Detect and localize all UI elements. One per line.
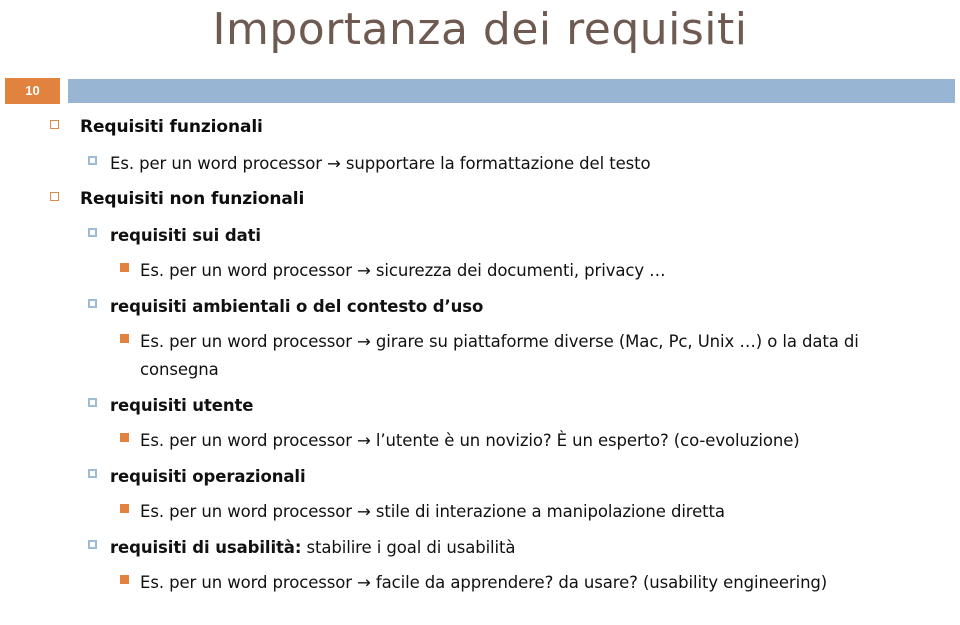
outline-item-text: requisiti utente [110,396,254,415]
outline-item-text: requisiti ambientali o del contesto d’us… [110,297,484,316]
outline-item-text-bold: requisiti di usabilità: [110,538,302,557]
solid-orange-square-bullet [120,263,129,272]
blue-square-bullet [88,469,97,478]
outline-item-text: Es. per un word processor → stile di int… [140,502,725,521]
outline-item-text: Es. per un word processor → l’utente è u… [140,431,800,450]
outline-item-text: requisiti operazionali [110,467,306,486]
outline-item-level3: Es. per un word processor → sicurezza de… [0,254,960,289]
blue-square-bullet [88,228,97,237]
outline-item-level3: Es. per un word processor → girare su pi… [0,325,960,388]
outline-item-level3: Es. per un word processor → l’utente è u… [0,424,960,459]
blue-square-bullet [88,540,97,549]
outline-item-text: Es. per un word processor → facile da ap… [140,573,828,592]
outline-item-level2: requisiti ambientali o del contesto d’us… [0,289,960,325]
hollow-orange-square-bullet [50,192,59,201]
outline-item-level3: Es. per un word processor → stile di int… [0,495,960,530]
outline-item-level2: requisiti di usabilità: stabilire i goal… [0,530,960,566]
header-accent-bar [68,79,955,103]
solid-orange-square-bullet [120,504,129,513]
blue-square-bullet [88,299,97,308]
solid-orange-square-bullet [120,334,129,343]
outline-item-text: Es. per un word processor → girare su pi… [140,332,859,379]
slide-body-outline: Requisiti funzionali Es. per un word proc… [0,110,960,601]
slide-title: Importanza dei requisiti [212,4,748,55]
solid-orange-square-bullet [120,575,129,584]
outline-item-level2: Es. per un word processor → supportare l… [0,146,960,182]
outline-item-level3: Es. per un word processor → facile da ap… [0,566,960,601]
slide-canvas: { "slide": { "title": "Importanza dei re… [0,0,960,625]
solid-orange-square-bullet [120,433,129,442]
outline-item-text: requisiti sui dati [110,226,261,245]
outline-item-text: requisiti di usabilità: stabilire i goal… [110,534,930,561]
hollow-orange-square-bullet [50,120,59,129]
outline-item-text-normal: stabilire i goal di usabilità [301,538,516,557]
outline-item-text: Es. per un word processor → sicurezza de… [140,261,666,280]
header-band: 10 [0,78,960,104]
blue-square-bullet [88,156,97,165]
outline-item-text: Requisiti funzionali [80,117,263,137]
outline-item-level2: requisiti operazionali [0,459,960,495]
blue-square-bullet [88,398,97,407]
outline-item-level2: requisiti utente [0,388,960,424]
outline-item-level1: Requisiti funzionali [0,110,960,146]
slide-number-badge: 10 [5,78,60,104]
outline-item-level1: Requisiti non funzionali [0,182,960,218]
outline-item-text: Requisiti non funzionali [80,189,305,209]
outline-item-level2: requisiti sui dati [0,218,960,254]
outline-item-text: Es. per un word processor → supportare l… [110,154,651,173]
